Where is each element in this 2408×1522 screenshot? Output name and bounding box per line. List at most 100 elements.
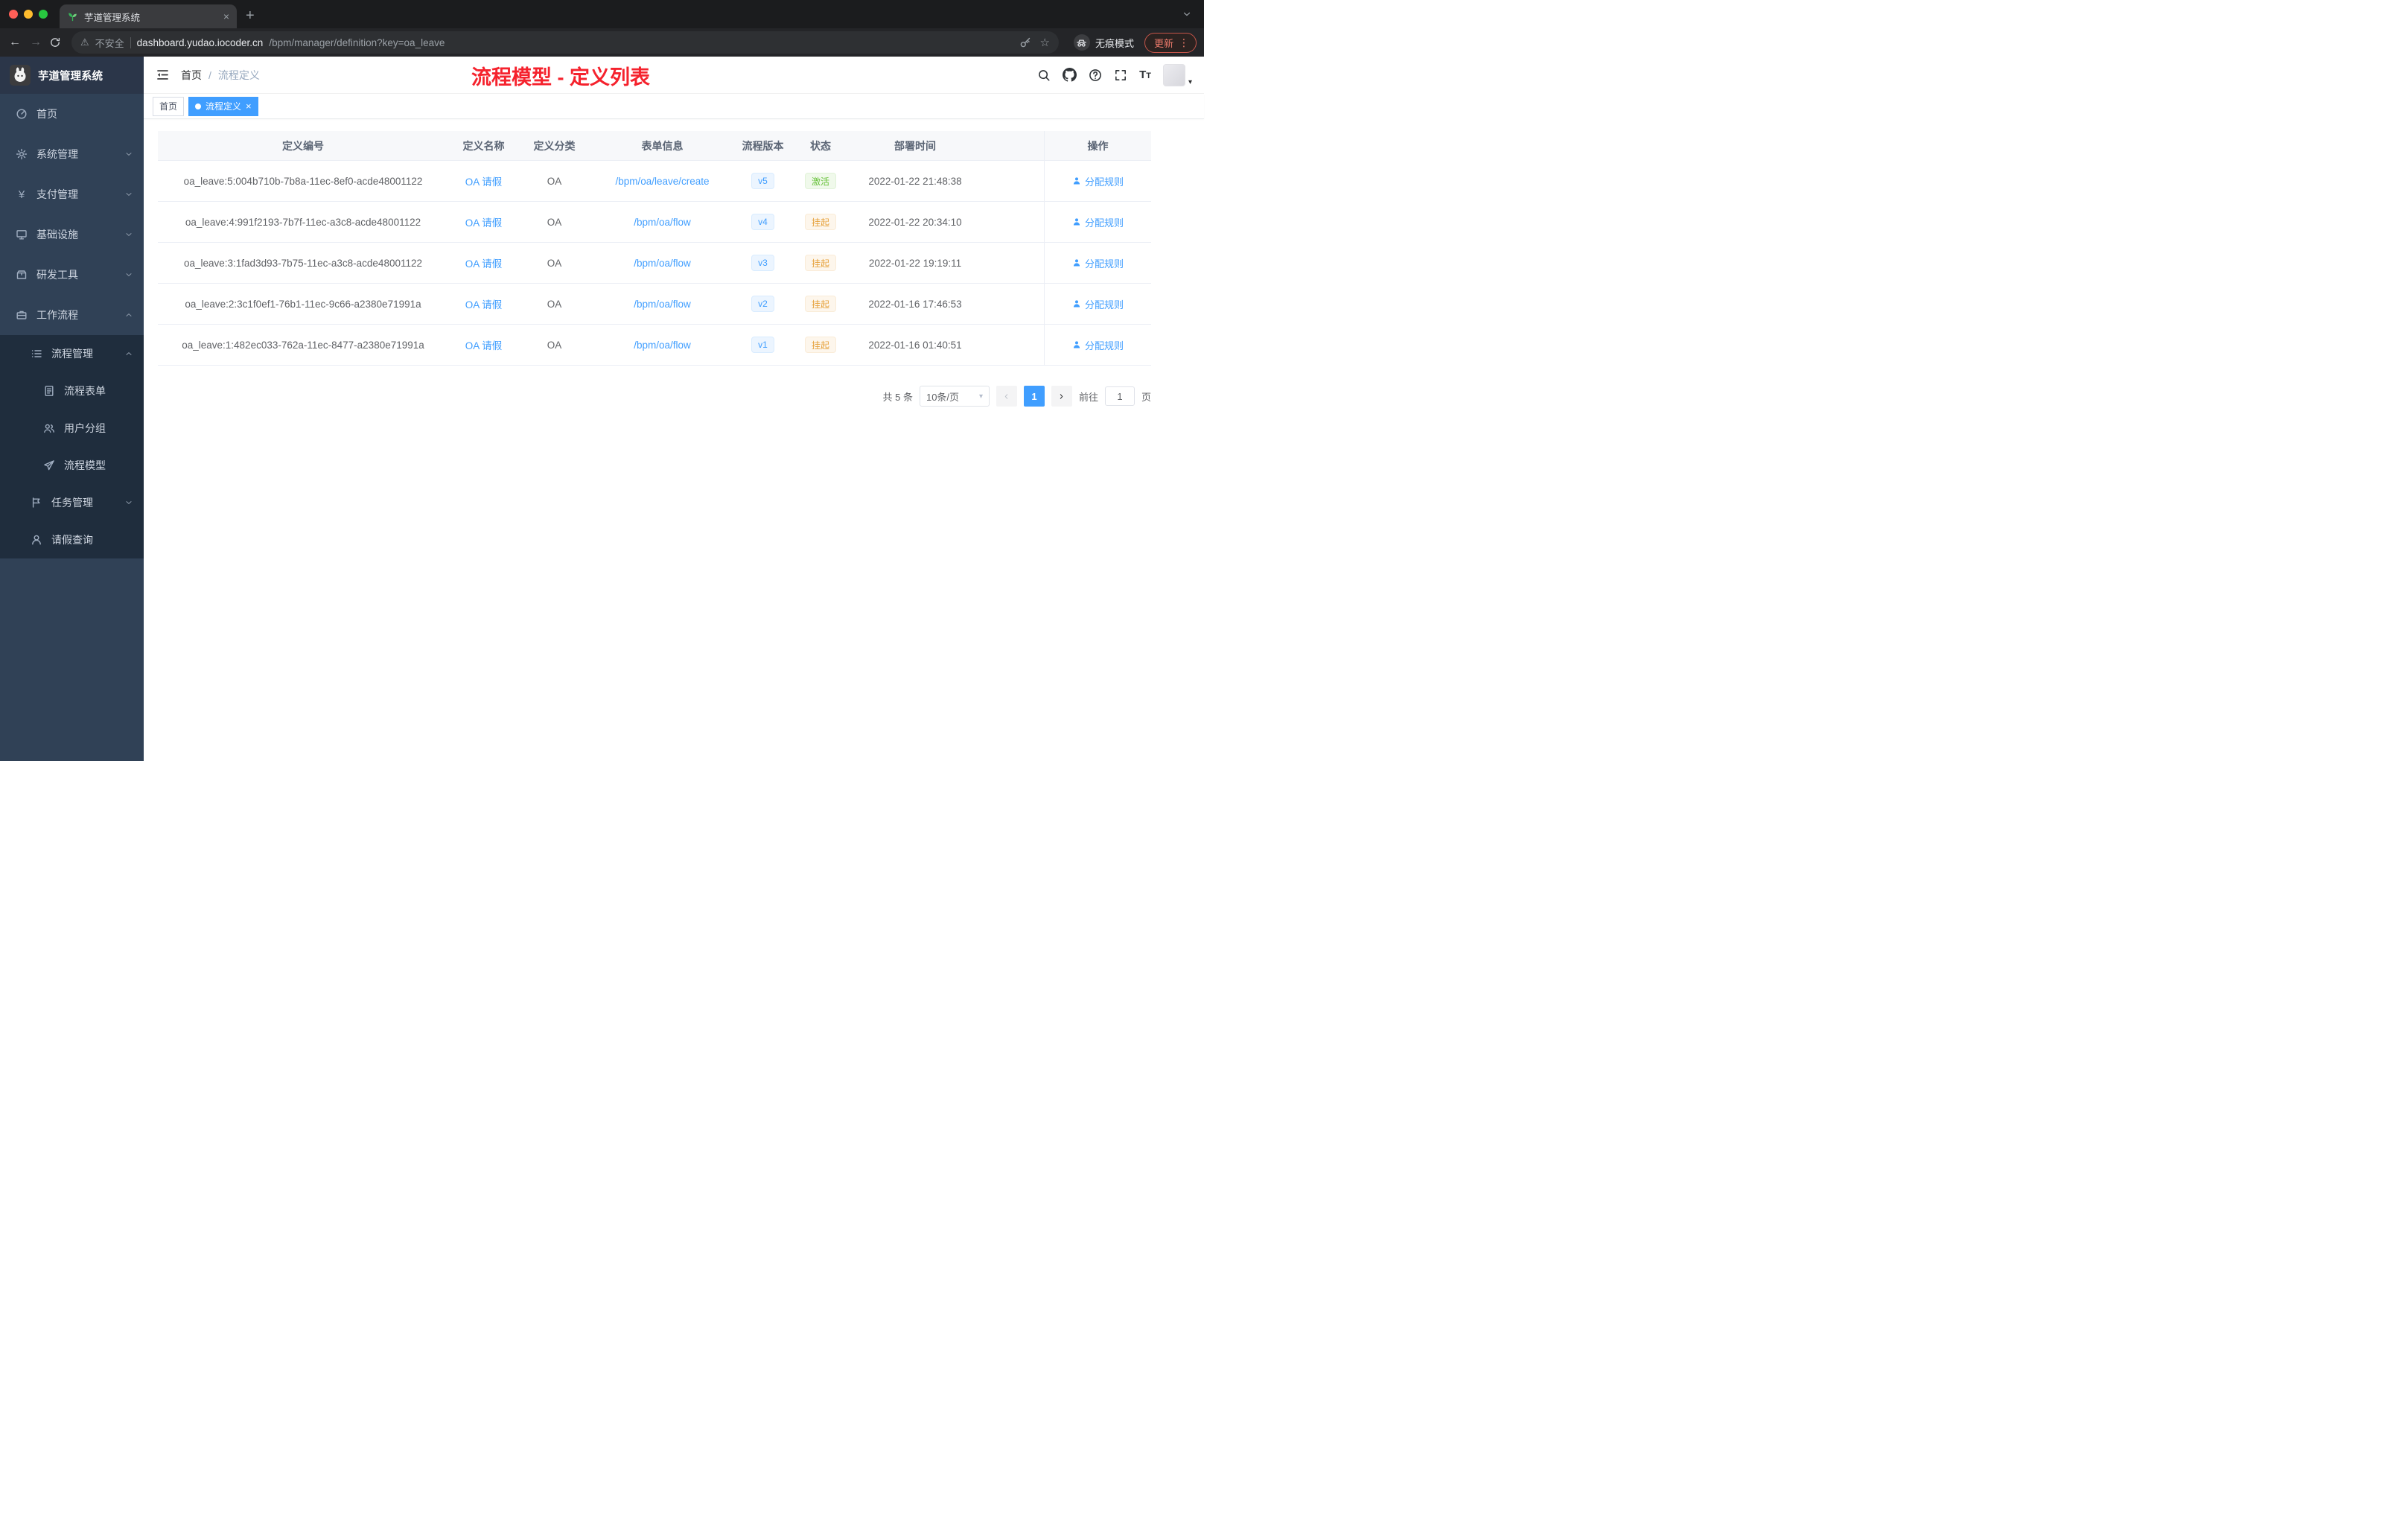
tag-close-icon[interactable]: × — [246, 101, 252, 111]
page-header: 首页 / 流程定义 TT ▾ — [144, 57, 1204, 94]
browser-chrome: 芋道管理系统 × + ← → ⚠ 不安全 dashboard.yudao.ioc… — [0, 0, 1204, 57]
definition-table: 定义编号 定义名称 定义分类 表单信息 流程版本 状态 部署时间 操作 oa_l… — [158, 131, 1151, 366]
table-row: oa_leave:3:1fad3d93-7b75-11ec-a3c8-acde4… — [158, 243, 1151, 284]
gear-icon — [16, 148, 28, 160]
person-icon — [1072, 340, 1081, 349]
chevron-down-icon — [124, 150, 133, 159]
assign-rule-label: 分配规则 — [1084, 176, 1124, 188]
sidebar-item-system[interactable]: 系统管理 — [0, 134, 144, 174]
form-info-link[interactable]: /bpm/oa/flow — [634, 217, 691, 228]
back-icon[interactable]: ← — [7, 35, 22, 50]
goto-page-input[interactable] — [1104, 386, 1135, 406]
avatar[interactable] — [1162, 63, 1185, 86]
form-info-link[interactable]: /bpm/oa/flow — [634, 340, 691, 351]
window-zoom-button[interactable] — [39, 10, 48, 19]
help-icon[interactable] — [1089, 69, 1102, 82]
security-warning-icon: ⚠ — [80, 36, 89, 48]
form-info-link[interactable]: /bpm/oa/flow — [634, 258, 691, 269]
sidebar-item-home[interactable]: 首页 — [0, 94, 144, 134]
window-minimize-button[interactable] — [24, 10, 33, 19]
page-size-select[interactable]: 10条/页 ▾ — [919, 386, 990, 407]
version-tag: v3 — [751, 255, 774, 271]
app-title: 芋道管理系统 — [38, 70, 103, 83]
row-gap — [980, 161, 1044, 201]
security-label[interactable]: 不安全 — [95, 36, 124, 50]
table-row: oa_leave:2:3c1f0ef1-76b1-11ec-9c66-a2380… — [158, 284, 1151, 325]
sidebar-collapse-icon[interactable] — [156, 68, 170, 82]
window-close-button[interactable] — [9, 10, 18, 19]
sidebar-item-workflow[interactable]: 工作流程 — [0, 295, 144, 335]
sidebar-item-leave-query[interactable]: 请假查询 — [0, 521, 144, 558]
deploy-time: 2022-01-16 01:40:51 — [868, 339, 962, 351]
assign-rule-button[interactable]: 分配规则 — [1072, 338, 1124, 352]
dashboard-icon — [16, 108, 28, 120]
tag-process-definition[interactable]: 流程定义 × — [188, 96, 258, 116]
definition-name-link[interactable]: OA 请假 — [465, 255, 503, 270]
user-menu[interactable]: ▾ — [1162, 63, 1192, 86]
browser-update-button[interactable]: 更新 ⋮ — [1144, 32, 1197, 53]
page-number-current[interactable]: 1 — [1023, 386, 1045, 407]
assign-rule-button[interactable]: 分配规则 — [1072, 174, 1124, 188]
browser-menu-icon[interactable]: ⋮ — [1179, 36, 1189, 49]
caret-down-icon: ▾ — [978, 392, 983, 401]
page-content: 定义编号 定义名称 定义分类 表单信息 流程版本 状态 部署时间 操作 oa_l… — [144, 119, 1204, 761]
tag-home[interactable]: 首页 — [153, 96, 185, 116]
sidebar-item-user-group[interactable]: 用户分组 — [0, 410, 144, 447]
prev-page-button[interactable] — [996, 386, 1017, 407]
sidebar-item-label: 流程表单 — [64, 385, 106, 397]
github-icon[interactable] — [1063, 68, 1077, 82]
chevron-up-icon — [124, 349, 133, 358]
app-logo[interactable]: 芋道管理系统 — [0, 57, 144, 94]
sidebar-item-label: 工作流程 — [36, 309, 78, 321]
status-tag: 挂起 — [804, 337, 836, 353]
new-tab-button[interactable]: + — [246, 8, 255, 23]
search-icon[interactable] — [1037, 69, 1051, 82]
password-key-icon[interactable] — [1019, 36, 1031, 48]
sidebar-item-process-mgmt[interactable]: 流程管理 — [0, 335, 144, 372]
reload-icon[interactable] — [49, 36, 61, 48]
col-header-deployed: 部署时间 — [894, 139, 936, 152]
tab-search-icon[interactable] — [1182, 9, 1192, 19]
sidebar-item-devtools[interactable]: 研发工具 — [0, 255, 144, 295]
assign-rule-button[interactable]: 分配规则 — [1072, 215, 1124, 229]
form-info-link[interactable]: /bpm/oa/flow — [634, 299, 691, 310]
fullscreen-icon[interactable] — [1114, 69, 1127, 82]
sidebar-item-payment[interactable]: ¥ 支付管理 — [0, 174, 144, 214]
forward-icon[interactable]: → — [28, 35, 43, 50]
row-gap — [980, 243, 1044, 283]
col-header-gap — [980, 131, 1044, 160]
active-dot-icon — [195, 103, 202, 109]
assign-rule-button[interactable]: 分配规则 — [1072, 256, 1124, 270]
definition-name-link[interactable]: OA 请假 — [465, 214, 503, 229]
breadcrumb-home[interactable]: 首页 — [181, 68, 202, 83]
definition-category: OA — [547, 298, 562, 310]
font-size-icon[interactable]: TT — [1139, 69, 1151, 81]
logo-image — [10, 65, 31, 86]
incognito-badge: 无痕模式 — [1073, 34, 1134, 51]
sidebar-item-infra[interactable]: 基础设施 — [0, 214, 144, 255]
form-info-link[interactable]: /bpm/oa/leave/create — [615, 176, 709, 187]
table-row: oa_leave:4:991f2193-7b7f-11ec-a3c8-acde4… — [158, 202, 1151, 243]
document-icon — [43, 385, 55, 397]
definition-name-link[interactable]: OA 请假 — [465, 337, 503, 352]
next-page-button[interactable] — [1051, 386, 1072, 407]
tags-view: 首页 流程定义 × — [144, 94, 1204, 119]
sidebar-item-process-form[interactable]: 流程表单 — [0, 372, 144, 410]
bookmark-star-icon[interactable]: ☆ — [1040, 36, 1050, 49]
briefcase-icon — [16, 309, 28, 321]
browser-tab[interactable]: 芋道管理系统 × — [60, 4, 237, 28]
users-icon — [43, 422, 55, 434]
definition-name-link[interactable]: OA 请假 — [465, 296, 503, 311]
sidebar-item-task-mgmt[interactable]: 任务管理 — [0, 484, 144, 521]
chevron-down-icon — [124, 270, 133, 279]
deploy-time: 2022-01-16 17:46:53 — [868, 298, 962, 310]
version-tag: v2 — [751, 296, 774, 312]
breadcrumb: 首页 / 流程定义 — [181, 68, 260, 83]
col-header-actions: 操作 — [1044, 131, 1151, 160]
address-bar[interactable]: ⚠ 不安全 dashboard.yudao.iocoder.cn/bpm/man… — [71, 31, 1059, 54]
person-icon — [1072, 258, 1081, 267]
tab-close-icon[interactable]: × — [223, 10, 229, 22]
sidebar-item-process-model[interactable]: 流程模型 — [0, 447, 144, 484]
definition-name-link[interactable]: OA 请假 — [465, 173, 503, 188]
assign-rule-button[interactable]: 分配规则 — [1072, 297, 1124, 311]
